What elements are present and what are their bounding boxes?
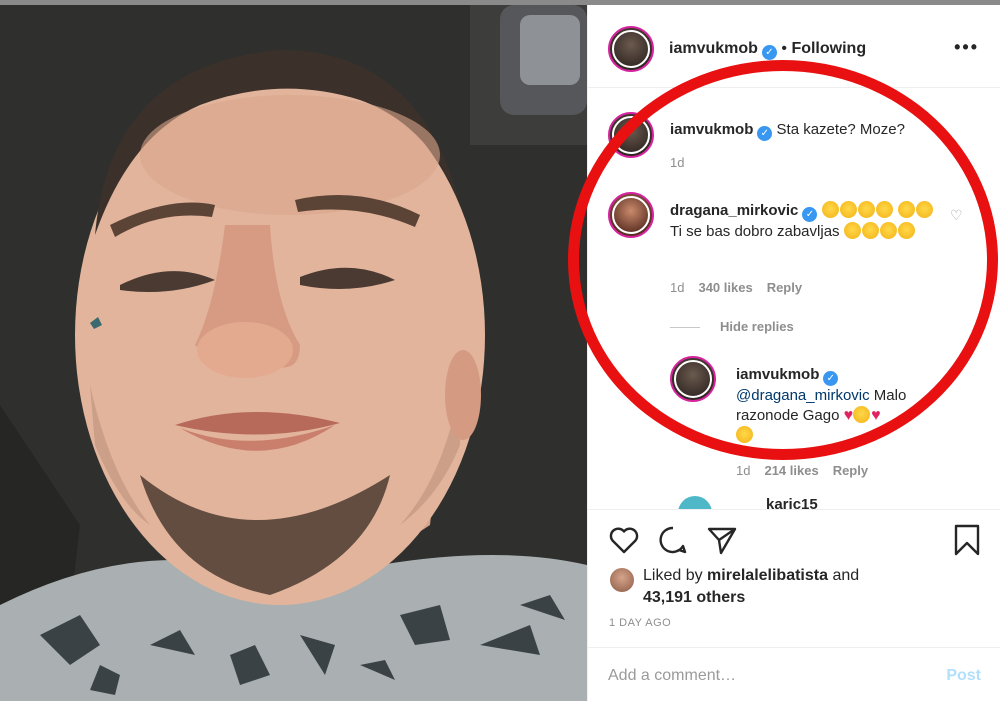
comment-likes[interactable]: 340 likes: [698, 280, 752, 295]
comment-avatar[interactable]: [670, 356, 716, 402]
author-username[interactable]: iamvukmob: [669, 40, 758, 57]
comment-age: 1d: [670, 155, 685, 170]
hide-replies-label: Hide replies: [720, 319, 794, 334]
laughing-emoji-icon: [897, 201, 915, 218]
laughing-emoji-icon: [915, 201, 933, 218]
add-comment-input[interactable]: [608, 664, 908, 688]
share-paper-plane-icon[interactable]: [706, 524, 738, 556]
post-header: iamvukmob ✓ • Following •••: [588, 5, 1000, 88]
add-comment-bar: Post: [588, 647, 1000, 701]
red-heart-icon: ♥: [843, 407, 854, 424]
post-time-ago[interactable]: 1 DAY AGO: [609, 617, 671, 629]
comment-username[interactable]: iamvukmob: [736, 366, 819, 383]
laughing-emoji-icon: [853, 406, 871, 423]
liked-by-user[interactable]: mirelalelibatista: [707, 567, 828, 584]
comment-text: Sta kazete? Moze?: [776, 121, 905, 138]
comment-username[interactable]: dragana_mirkovic: [670, 202, 798, 219]
comment-meta: 1d 340 likes Reply: [670, 280, 802, 295]
comment-next: karic15: [588, 494, 1000, 509]
red-heart-icon: ♥: [871, 407, 881, 424]
comment-bubble-icon[interactable]: [657, 524, 689, 556]
post-sidebar: iamvukmob ✓ • Following ••• iamvukmob ✓ St…: [587, 5, 1000, 701]
comment-body: iamvukmob ✓ @dragana_mirkovic Malo razono…: [736, 365, 966, 446]
liked-by-summary: Liked by mirelalelibatista and 43,191 ot…: [643, 565, 859, 609]
author-row: iamvukmob ✓ • Following: [669, 40, 866, 60]
likes-count[interactable]: 43,191 others: [643, 589, 745, 606]
verified-icon: ✓: [802, 207, 818, 222]
laughing-emoji-icon: [821, 201, 894, 219]
divider-line: [670, 327, 700, 329]
post-actions: Liked by mirelalelibatista and 43,191 ot…: [588, 509, 1000, 701]
comment-likes[interactable]: 214 likes: [764, 463, 818, 478]
comment-body: iamvukmob ✓ Sta kazete? Moze?: [670, 120, 980, 141]
comment-avatar[interactable]: [608, 192, 654, 238]
comments-list[interactable]: iamvukmob ✓ Sta kazete? Moze? 1d dragana_…: [588, 89, 1000, 509]
post-photo: [0, 5, 587, 701]
hide-replies-button[interactable]: Hide replies: [670, 319, 794, 334]
comment-body: dragana_mirkovic ✓ Ti se bas dobro zabavl…: [670, 201, 945, 242]
liked-prefix: Liked by: [643, 567, 703, 584]
comment-text: Ti se bas dobro zabavljas: [670, 223, 840, 240]
comment-avatar[interactable]: [608, 112, 654, 158]
verified-icon: ✓: [761, 45, 777, 60]
verified-icon: ✓: [823, 371, 839, 386]
verified-icon: ✓: [757, 126, 773, 141]
laughing-emoji-icon: [843, 222, 916, 240]
comment-username[interactable]: karic15: [766, 496, 818, 509]
comment-reply: iamvukmob ✓ @dragana_mirkovic Malo razono…: [588, 351, 1000, 481]
comment-age: 1d: [736, 463, 751, 478]
reply-button[interactable]: Reply: [833, 463, 868, 478]
mention-link[interactable]: @dragana_mirkovic: [736, 387, 870, 404]
more-options-icon[interactable]: •••: [954, 37, 979, 58]
liked-and: and: [832, 567, 860, 584]
following-button[interactable]: Following: [791, 40, 866, 57]
comment-meta: 1d 214 likes Reply: [736, 463, 868, 478]
reply-button[interactable]: Reply: [767, 280, 802, 295]
comment-age: 1d: [670, 280, 685, 295]
save-bookmark-icon[interactable]: [953, 524, 981, 556]
author-avatar[interactable]: [608, 26, 654, 72]
like-comment-icon[interactable]: ♡: [950, 207, 963, 224]
selfie-illustration: [0, 5, 587, 701]
post-comment-button[interactable]: Post: [946, 667, 981, 685]
laughing-emoji-icon: [736, 426, 753, 443]
comment-dragana: dragana_mirkovic ✓ Ti se bas dobro zabavl…: [588, 189, 1000, 309]
comment-avatar[interactable]: [678, 496, 712, 509]
liker-avatar[interactable]: [610, 568, 634, 592]
like-heart-icon[interactable]: [608, 524, 640, 556]
comment-caption: iamvukmob ✓ Sta kazete? Moze? 1d: [588, 89, 1000, 179]
separator-dot: •: [781, 40, 787, 57]
comment-username[interactable]: iamvukmob: [670, 121, 753, 138]
